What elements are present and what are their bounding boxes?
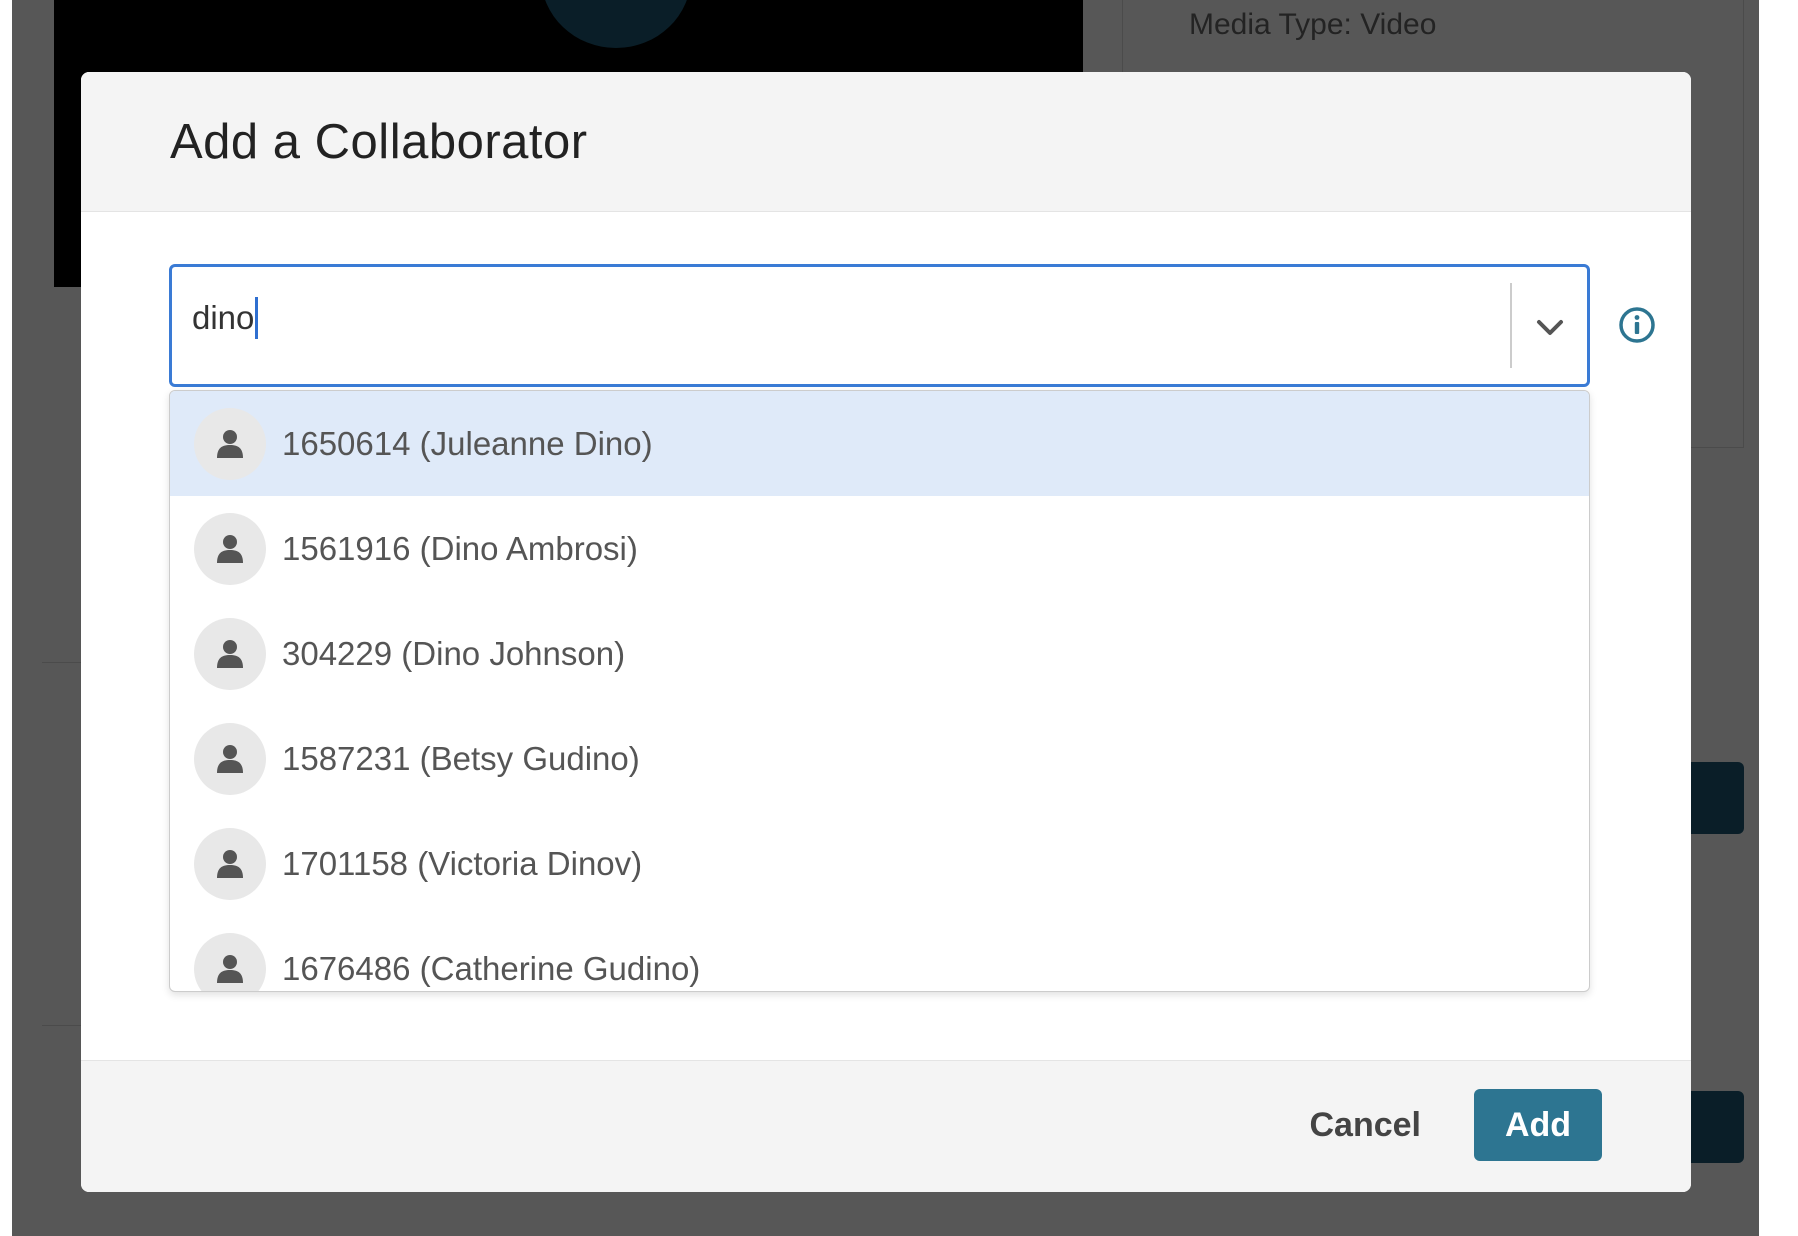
- dialog-title: Add a Collaborator: [170, 114, 588, 169]
- option-item[interactable]: 304229 (Dino Johnson): [170, 601, 1589, 706]
- option-item[interactable]: 1587231 (Betsy Gudino): [170, 706, 1589, 811]
- user-icon: [194, 932, 266, 991]
- option-item[interactable]: 1676486 (Catherine Gudino): [170, 916, 1589, 991]
- collaborator-select[interactable]: dino: [169, 264, 1590, 387]
- add-collaborator-dialog: Add a Collaborator dino 1650614 (Juleann…: [81, 72, 1691, 1192]
- user-icon: [194, 827, 266, 900]
- user-icon: [194, 407, 266, 480]
- search-input[interactable]: dino: [192, 297, 259, 339]
- add-button[interactable]: Add: [1474, 1089, 1602, 1161]
- search-input-value: dino: [192, 299, 255, 336]
- option-item[interactable]: 1701158 (Victoria Dinov): [170, 811, 1589, 916]
- user-icon: [194, 722, 266, 795]
- dialog-header: Add a Collaborator: [81, 72, 1691, 212]
- option-label: 1561916 (Dino Ambrosi): [282, 529, 638, 567]
- option-item[interactable]: 1650614 (Juleanne Dino): [170, 391, 1589, 496]
- user-icon: [194, 617, 266, 690]
- info-icon[interactable]: [1618, 306, 1656, 344]
- option-label: 304229 (Dino Johnson): [282, 634, 626, 672]
- text-caret: [255, 297, 259, 339]
- collaborator-options-list[interactable]: 1650614 (Juleanne Dino) 1561916 (Dino Amb…: [169, 390, 1590, 992]
- select-separator: [1510, 283, 1512, 368]
- user-icon: [194, 512, 266, 585]
- chevron-down-icon[interactable]: [1531, 309, 1569, 347]
- cancel-button[interactable]: Cancel: [1292, 1089, 1440, 1161]
- option-label: 1650614 (Juleanne Dino): [282, 424, 653, 462]
- option-label: 1701158 (Victoria Dinov): [282, 844, 643, 882]
- dialog-footer: Cancel Add: [81, 1060, 1691, 1192]
- option-item[interactable]: 1561916 (Dino Ambrosi): [170, 496, 1589, 601]
- option-label: 1587231 (Betsy Gudino): [282, 739, 640, 777]
- option-label: 1676486 (Catherine Gudino): [282, 949, 701, 987]
